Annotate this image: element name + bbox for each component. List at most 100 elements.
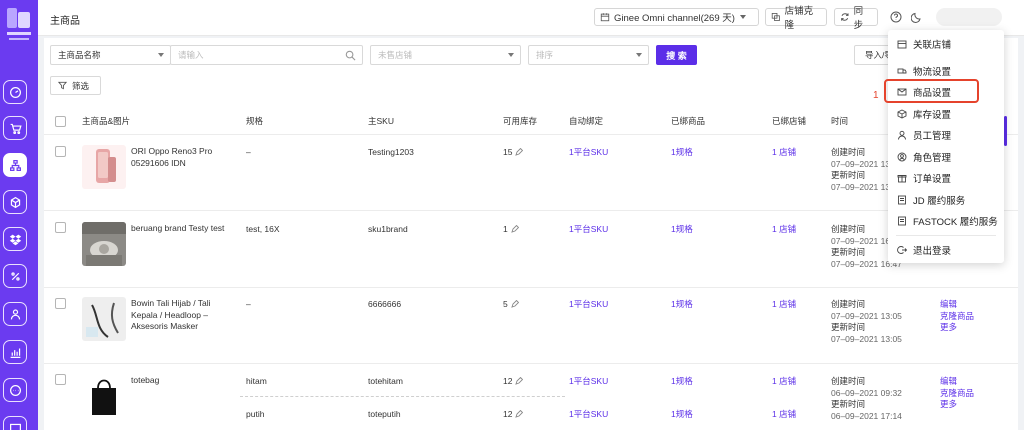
more-link[interactable]: 更多 xyxy=(940,322,974,334)
help-icon[interactable] xyxy=(890,11,902,23)
bound-stores-link[interactable]: 1 店铺 xyxy=(772,299,796,311)
annotation-highlight-box xyxy=(884,79,979,103)
bound-stores-link[interactable]: 1 店铺 xyxy=(772,376,796,388)
store-placeholder: 未售店铺 xyxy=(378,50,413,60)
field-select[interactable]: 主商品名称 xyxy=(50,45,171,65)
users-icon[interactable] xyxy=(3,302,27,326)
auto-bind-link[interactable]: 1平台SKU xyxy=(569,224,608,236)
store-clone-label: 店铺克隆 xyxy=(784,6,814,31)
product-name[interactable]: Bowin Tali Hijab / Tali Kepala / Headloo… xyxy=(131,298,231,333)
edit-pencil-icon[interactable] xyxy=(511,225,519,233)
product-name[interactable]: ORI Oppo Reno3 Pro 05291606 IDN xyxy=(131,146,226,169)
edit-pencil-icon[interactable] xyxy=(511,300,519,308)
store-icon xyxy=(897,40,907,48)
auto-bind-link[interactable]: 1平台SKU xyxy=(569,299,608,311)
page-title: 主商品 xyxy=(50,16,80,27)
product-name[interactable]: beruang brand Testy test xyxy=(131,223,226,235)
select-all-checkbox[interactable] xyxy=(55,116,66,127)
product-thumbnail[interactable] xyxy=(82,297,126,341)
edit-pencil-icon[interactable] xyxy=(515,410,524,418)
bound-stores-link[interactable]: 1 店铺 xyxy=(772,224,796,236)
edit-pencil-icon[interactable] xyxy=(515,148,524,156)
product-thumbnail[interactable] xyxy=(82,145,126,189)
chevron-down-icon xyxy=(508,53,514,57)
box-icon[interactable] xyxy=(3,190,27,214)
menu-item-logout[interactable]: 退出登录 xyxy=(888,239,1004,260)
menu-item-label: FASTOCK 履约服务 xyxy=(913,216,998,228)
product-thumbnail[interactable] xyxy=(82,372,126,416)
column-header-spec: 规格 xyxy=(246,116,264,126)
filter-button[interactable]: 筛选 xyxy=(50,76,101,95)
cart-icon[interactable] xyxy=(3,116,27,140)
menu-item-label: 关联店铺 xyxy=(913,39,952,51)
menu-item-inventory[interactable]: 库存设置 xyxy=(888,103,1004,124)
menu-item-linked-stores[interactable]: 关联店铺 xyxy=(888,33,1004,54)
row-checkbox[interactable] xyxy=(55,146,66,157)
bound-products-link[interactable]: 1规格 xyxy=(671,147,693,159)
sort-placeholder: 排序 xyxy=(536,50,554,60)
menu-item-label: 员工管理 xyxy=(913,130,952,142)
sidebar xyxy=(0,0,38,430)
dropbox-icon[interactable] xyxy=(3,227,27,251)
auto-bind-link[interactable]: 1平台SKU xyxy=(569,376,608,388)
search-icon xyxy=(345,50,356,61)
store-select[interactable]: 未售店铺 xyxy=(370,45,521,65)
product-name[interactable]: totebag xyxy=(131,375,159,387)
row-checkbox[interactable] xyxy=(55,298,66,309)
auto-bind-link[interactable]: 1平台SKU xyxy=(569,409,608,421)
sync-button[interactable]: 同步 xyxy=(834,6,878,31)
message-icon[interactable] xyxy=(3,416,27,430)
row-checkbox[interactable] xyxy=(55,222,66,233)
menu-item-logistics[interactable]: 物流设置 xyxy=(888,60,1004,81)
chevron-down-icon xyxy=(636,53,642,57)
user-avatar-pill[interactable] xyxy=(936,8,1002,26)
column-header-stock: 可用库存 xyxy=(503,116,538,126)
spec-cell: hitam xyxy=(246,376,267,386)
bar-chart-icon[interactable] xyxy=(3,340,27,364)
menu-item-label: 角色管理 xyxy=(913,152,952,164)
channel-selector[interactable]: Ginee Omni channel(269 天) xyxy=(594,8,759,26)
menu-item-label: 退出登录 xyxy=(913,245,952,257)
product-hierarchy-icon[interactable] xyxy=(3,153,27,177)
auto-bind-link[interactable]: 1平台SKU xyxy=(569,147,608,159)
clone-product-link[interactable]: 克隆商品 xyxy=(940,388,974,400)
chevron-down-icon xyxy=(739,15,746,19)
menu-item-fastock-fulfillment[interactable]: FASTOCK 履约服务 xyxy=(888,210,1004,231)
percent-icon[interactable] xyxy=(3,264,27,288)
store-clone-button[interactable]: 店铺克隆 xyxy=(765,6,827,31)
chat-icon[interactable] xyxy=(3,378,27,402)
clone-product-link[interactable]: 克隆商品 xyxy=(940,311,974,323)
updated-label: 更新时间 xyxy=(831,322,866,332)
variant-divider xyxy=(240,396,565,397)
sort-select[interactable]: 排序 xyxy=(528,45,649,65)
more-link[interactable]: 更多 xyxy=(940,399,974,411)
channel-label: Ginee Omni channel(269 天) xyxy=(614,13,735,24)
row-divider xyxy=(44,287,1018,288)
edit-link[interactable]: 编辑 xyxy=(940,376,974,388)
menu-item-jd-fulfillment[interactable]: JD 履约服务 xyxy=(888,189,1004,210)
search-button[interactable]: 搜 索 xyxy=(656,45,697,65)
bound-products-link[interactable]: 1规格 xyxy=(671,299,693,311)
menu-item-roles[interactable]: 角色管理 xyxy=(888,146,1004,167)
created-label: 创建时间 xyxy=(831,299,866,309)
bound-products-link[interactable]: 1规格 xyxy=(671,224,693,236)
edit-pencil-icon[interactable] xyxy=(515,377,524,385)
menu-item-order-settings[interactable]: 订单设置 xyxy=(888,167,1004,188)
moon-icon[interactable] xyxy=(911,11,923,23)
dashboard-icon[interactable] xyxy=(3,80,27,104)
bound-stores-link[interactable]: 1 店铺 xyxy=(772,147,796,159)
calendar-icon xyxy=(600,13,610,22)
stock-value: 5 xyxy=(503,299,508,309)
product-thumbnail[interactable] xyxy=(82,222,126,266)
top-header: 主商品 Ginee Omni channel(269 天) 店铺克隆 同步 xyxy=(38,0,1024,36)
bound-products-link[interactable]: 1规格 xyxy=(671,409,693,421)
bound-stores-link[interactable]: 1 店铺 xyxy=(772,409,796,421)
stock-value: 1 xyxy=(503,224,508,234)
stock-cell: 12 xyxy=(503,409,524,421)
search-input[interactable]: 请输入 xyxy=(170,45,363,65)
bound-products-link[interactable]: 1规格 xyxy=(671,376,693,388)
created-label: 创建时间 xyxy=(831,376,866,386)
edit-link[interactable]: 编辑 xyxy=(940,299,974,311)
menu-item-staff[interactable]: 员工管理 xyxy=(888,124,1004,145)
row-checkbox[interactable] xyxy=(55,374,66,385)
